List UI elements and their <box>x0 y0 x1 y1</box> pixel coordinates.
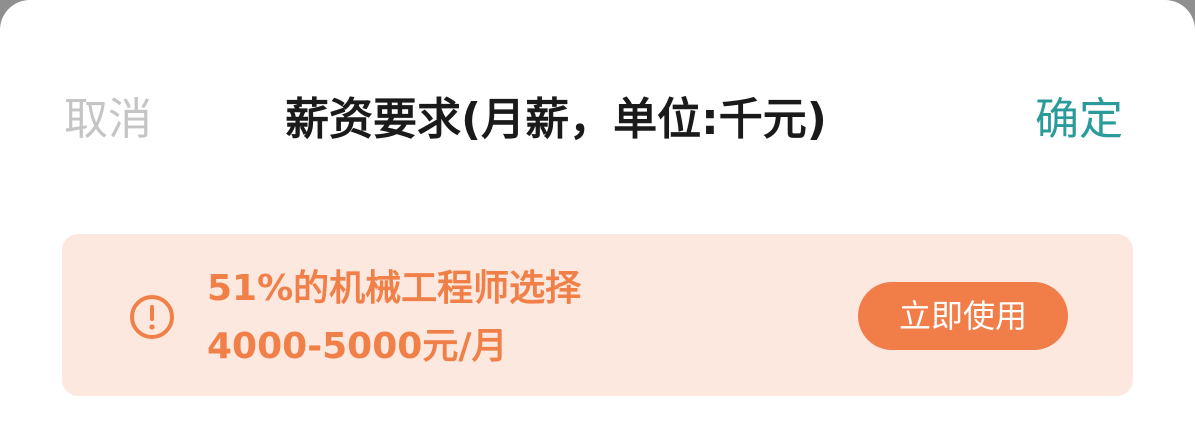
cancel-button[interactable]: 取消 <box>64 92 152 148</box>
tip-text-percentage: 51%的机械工程师选择 <box>207 268 582 309</box>
tip-text-salary-range: 4000-5000元/月 <box>207 326 508 367</box>
exclamation-circle-icon <box>130 295 174 339</box>
bottom-sheet: 取消 薪资要求(月薪，单位:千元) 确定 51%的机械工程师选择 4000-50… <box>0 0 1195 436</box>
confirm-button[interactable]: 确定 <box>1035 92 1123 148</box>
salary-tip-card: 51%的机械工程师选择 4000-5000元/月 立即使用 <box>62 234 1133 396</box>
use-now-button[interactable]: 立即使用 <box>858 282 1068 350</box>
sheet-title: 薪资要求(月薪，单位:千元) <box>285 94 827 145</box>
